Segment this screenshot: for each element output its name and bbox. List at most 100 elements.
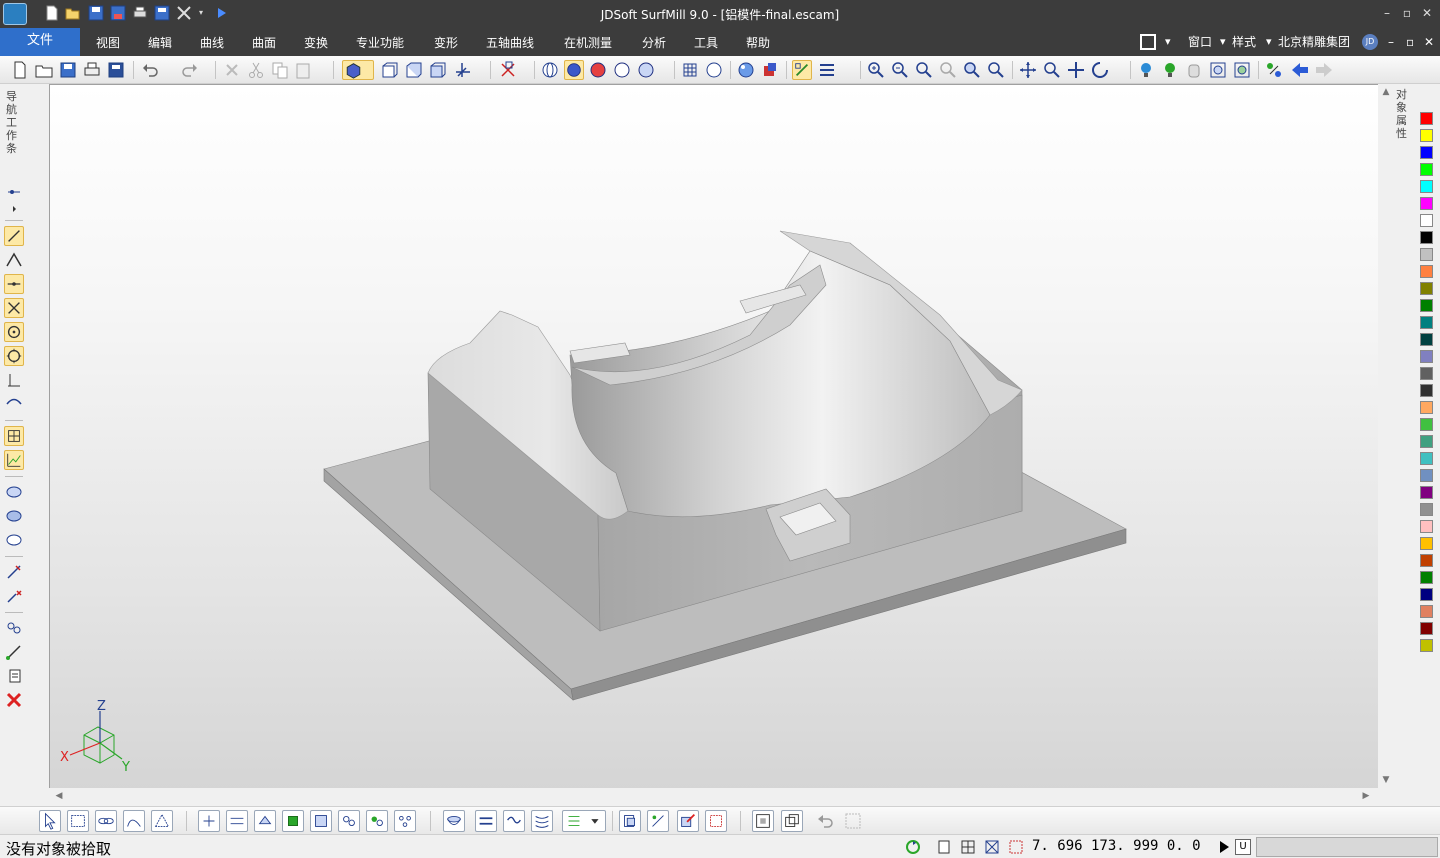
page-icon[interactable] (936, 839, 952, 855)
filter-point-icon[interactable] (198, 810, 220, 832)
snap-icon[interactable] (792, 60, 812, 80)
line-icon[interactable] (4, 226, 24, 246)
filter-group-icon[interactable] (338, 810, 360, 832)
zoom-all-icon[interactable] (962, 60, 982, 80)
color-swatch[interactable] (1420, 197, 1433, 210)
menu-five-axis-curve[interactable]: 五轴曲线 (486, 28, 534, 56)
open-icon[interactable] (34, 60, 54, 80)
save-copy-icon[interactable] (106, 60, 126, 80)
filter-solid-icon[interactable] (282, 810, 304, 832)
window-cascade-icon[interactable] (781, 810, 803, 832)
color-swatch[interactable] (1420, 350, 1433, 363)
surface-blend-icon[interactable] (4, 506, 24, 526)
filter-surface-icon[interactable] (254, 810, 276, 832)
view-front-icon[interactable] (380, 60, 400, 80)
menu-deform[interactable]: 变形 (434, 28, 458, 56)
point-icon[interactable] (4, 182, 24, 202)
measure-icon[interactable] (4, 642, 24, 662)
color-swatch[interactable] (1420, 554, 1433, 567)
color-swatch[interactable] (1420, 418, 1433, 431)
render-color-icon[interactable] (588, 60, 608, 80)
delete-icon[interactable] (222, 60, 242, 80)
trim-icon[interactable] (4, 562, 24, 582)
surface-offset-icon[interactable] (4, 530, 24, 550)
menu-surface[interactable]: 曲面 (252, 28, 276, 56)
color-swatch[interactable] (1420, 282, 1433, 295)
object-info-icon[interactable] (705, 810, 727, 832)
render-wire-icon[interactable] (540, 60, 560, 80)
fullscreen-icon[interactable] (1140, 34, 1156, 50)
display-icon[interactable] (1208, 60, 1228, 80)
mesh-icon[interactable] (680, 60, 700, 80)
color-swatch[interactable] (1420, 537, 1433, 550)
surface-icon[interactable] (4, 482, 24, 502)
view-axis-icon[interactable] (452, 60, 482, 80)
unit-toggle[interactable]: U (1235, 839, 1251, 855)
menu-analysis[interactable]: 分析 (642, 28, 666, 56)
horizontal-line-icon[interactable] (4, 274, 24, 294)
color-swatch[interactable] (1420, 435, 1433, 448)
list-icon[interactable] (4, 666, 24, 686)
menu-transform[interactable]: 变换 (304, 28, 328, 56)
zoom-fit-icon[interactable] (986, 60, 1006, 80)
color-swatch[interactable] (1420, 129, 1433, 142)
render-mode-icon[interactable] (636, 60, 666, 80)
style-dropdown-icon[interactable]: ▾ (1220, 28, 1226, 56)
copy-object-icon[interactable] (619, 810, 641, 832)
vertical-scrollbar[interactable]: ▲ ▼ (1378, 84, 1394, 804)
menu-curve[interactable]: 曲线 (200, 28, 224, 56)
back-arrow-icon[interactable] (1290, 60, 1310, 80)
hide-icon[interactable] (1232, 60, 1252, 80)
curve-icon[interactable] (4, 394, 24, 414)
color-swatch[interactable] (1420, 452, 1433, 465)
transform-object-icon[interactable] (647, 810, 669, 832)
rotate-icon[interactable] (1090, 60, 1120, 80)
pan-icon[interactable] (1018, 60, 1038, 80)
shaded-view-icon[interactable] (342, 60, 374, 80)
color-swatch[interactable] (1420, 367, 1433, 380)
cross-line-icon[interactable] (4, 298, 24, 318)
undo-icon[interactable] (140, 60, 160, 80)
print-icon[interactable] (82, 60, 102, 80)
view-iso-icon[interactable] (428, 60, 448, 80)
doc-close-button[interactable]: ✕ (1424, 28, 1434, 56)
maximize-button[interactable]: ▫ (1398, 4, 1416, 22)
color-swatch[interactable] (1420, 571, 1433, 584)
grid-snap-icon[interactable] (960, 839, 976, 855)
color-swatch[interactable] (1420, 503, 1433, 516)
color-swatch[interactable] (1420, 605, 1433, 618)
minimize-button[interactable]: – (1378, 4, 1396, 22)
filter-color-icon[interactable] (366, 810, 388, 832)
filter-curve-icon[interactable] (226, 810, 248, 832)
scroll-down-icon[interactable]: ▼ (1378, 772, 1394, 788)
paste-icon[interactable] (294, 60, 314, 80)
company-dropdown-icon[interactable]: ▾ (1266, 28, 1272, 56)
coordinate-icon[interactable] (1008, 839, 1024, 855)
select-polygon-icon[interactable] (151, 810, 173, 832)
color-swatch[interactable] (1420, 469, 1433, 482)
color-swatch[interactable] (1420, 316, 1433, 329)
zoom-dynamic-icon[interactable] (1042, 60, 1062, 80)
select-curve-icon[interactable] (123, 810, 145, 832)
save-icon[interactable] (58, 60, 78, 80)
circle-icon[interactable] (4, 322, 24, 342)
select-arrow-icon[interactable] (39, 810, 61, 832)
window-dropdown-icon[interactable]: ▾ (1165, 28, 1171, 56)
new-icon[interactable] (10, 60, 30, 80)
filter-all-icon[interactable] (394, 810, 416, 832)
view-split-icon[interactable] (475, 810, 497, 832)
move-icon[interactable] (1066, 60, 1086, 80)
light-icon[interactable] (736, 60, 756, 80)
menu-window[interactable]: 窗口 (1188, 28, 1212, 56)
view-wave-icon[interactable] (503, 810, 525, 832)
select-filter-icon[interactable] (498, 60, 528, 80)
color-swatch[interactable] (1420, 333, 1433, 346)
model-canvas[interactable] (50, 85, 1378, 804)
color-swatch[interactable] (1420, 486, 1433, 499)
menu-view[interactable]: 视图 (96, 28, 120, 56)
expand-arrow-icon[interactable] (4, 202, 24, 216)
menu-professional[interactable]: 专业功能 (356, 28, 404, 56)
color-swatch[interactable] (1420, 299, 1433, 312)
lightbulb-green-icon[interactable] (1160, 60, 1180, 80)
circle-tangent-icon[interactable] (4, 346, 24, 366)
